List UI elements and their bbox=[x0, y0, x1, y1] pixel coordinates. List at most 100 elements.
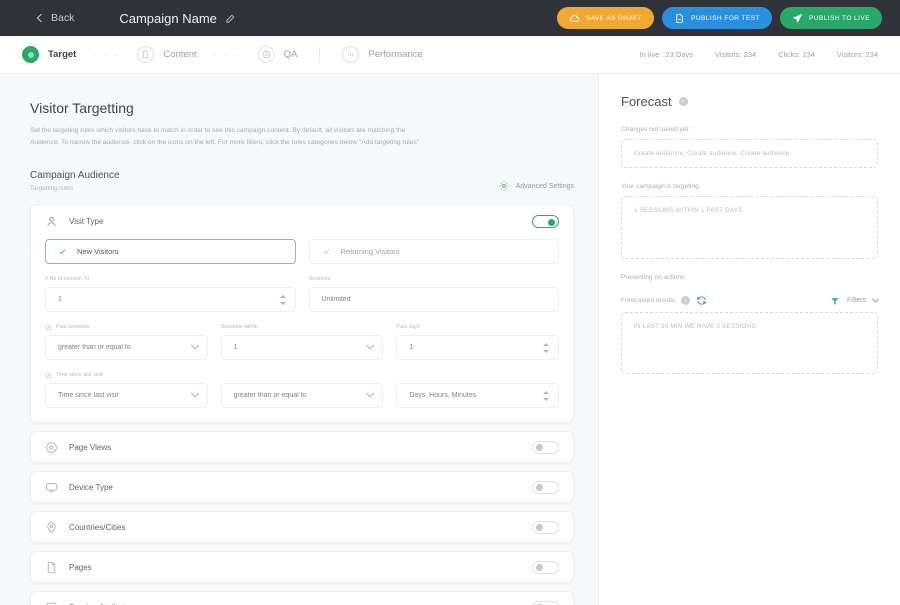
info-icon[interactable]: i bbox=[681, 296, 690, 305]
refresh-icon[interactable] bbox=[696, 295, 707, 306]
section-title: Campaign Audience bbox=[30, 170, 120, 181]
filters-label: Filters bbox=[847, 297, 866, 304]
stepper-up-icon[interactable] bbox=[543, 342, 549, 346]
field-past-days: Past days 1 bbox=[396, 323, 559, 360]
pages-toggle[interactable] bbox=[532, 561, 559, 574]
time-since-select[interactable]: Time since last visit bbox=[45, 383, 208, 408]
field-sessions: Sessions Unlimited bbox=[309, 275, 560, 312]
stepper-up-icon[interactable] bbox=[280, 294, 286, 298]
time-unit-stepper[interactable] bbox=[543, 390, 549, 401]
gear-icon bbox=[498, 180, 510, 192]
option-new-visitors[interactable]: New Visitors bbox=[45, 239, 296, 264]
save-as-draft-button[interactable]: SAVE AS DRAFT bbox=[557, 7, 654, 29]
step-separator-2: · · · bbox=[213, 50, 242, 60]
unsaved-changes-box: Create audience, Create audience, Create… bbox=[621, 139, 878, 168]
time-operator-select[interactable]: greater than or equal to bbox=[221, 383, 384, 408]
rule-card-countries-cities[interactable]: Countries/Cities bbox=[30, 511, 574, 543]
page-views-toggle[interactable] bbox=[532, 441, 559, 454]
stepper-up-icon[interactable] bbox=[543, 390, 549, 394]
countries-cities-toggle[interactable] bbox=[532, 521, 559, 534]
step-performance[interactable]: Performance bbox=[342, 46, 422, 63]
rule-card-device-type[interactable]: Device Type bbox=[30, 471, 574, 503]
step-qa[interactable]: QA bbox=[258, 46, 298, 63]
device-type-toggle[interactable] bbox=[532, 481, 559, 494]
section-header: Campaign Audience Targetting rules Advan… bbox=[30, 170, 574, 192]
step-target-label: Target bbox=[48, 49, 76, 60]
past-sessions-operator-select[interactable]: greater than or equal to bbox=[45, 335, 208, 360]
check-icon bbox=[58, 247, 67, 256]
save-as-draft-label: SAVE AS DRAFT bbox=[586, 15, 642, 22]
advanced-settings-button[interactable]: Advanced Settings bbox=[498, 180, 574, 192]
step-navigation: Target · · · Content · · · QA Performanc… bbox=[0, 36, 900, 74]
stat-visitors: Visitors: 234 bbox=[715, 50, 756, 59]
monitor-icon bbox=[45, 481, 58, 494]
step-divider bbox=[319, 47, 320, 63]
rule-card-session-attributes[interactable]: Session Attributes bbox=[30, 591, 574, 605]
forecasted-results-header: Forecasted results i Filters bbox=[621, 295, 878, 306]
no-of-session-input[interactable]: 1 bbox=[45, 287, 296, 312]
database-icon bbox=[45, 601, 58, 605]
past-days-value: 1 bbox=[409, 344, 543, 351]
top-bar: Back Campaign Name SAVE AS DRAFT PUBLISH… bbox=[0, 0, 900, 36]
past-sessions-operator-value: greater than or equal to bbox=[58, 344, 192, 351]
field-no-of-session-label: # No of session To bbox=[45, 275, 296, 283]
chevron-left-icon bbox=[37, 14, 45, 22]
file-icon bbox=[45, 561, 58, 574]
filters-button[interactable]: Filters bbox=[830, 296, 878, 306]
field-time-unit: Days, Hours, Minutes bbox=[396, 371, 559, 408]
publish-for-test-button[interactable]: PUBLISH FOR TEST bbox=[662, 7, 772, 29]
option-returning-visitors[interactable]: Returning Visitors bbox=[309, 239, 560, 264]
past-sessions-label: Past sessions bbox=[56, 324, 89, 330]
visit-type-toggle[interactable] bbox=[532, 215, 559, 228]
step-target[interactable]: Target bbox=[22, 46, 76, 63]
time-since-label: Time since last visit bbox=[56, 372, 103, 378]
paper-plane-icon bbox=[792, 13, 803, 24]
sessions-within-select[interactable]: 1 bbox=[221, 335, 384, 360]
person-icon bbox=[45, 215, 58, 228]
pencil-icon[interactable] bbox=[225, 13, 236, 24]
chevron-down-icon bbox=[366, 340, 374, 348]
targeting-summary-box: 1 SESSIONS WITHIN 1 PAST DAYS bbox=[621, 196, 878, 259]
time-unit-value: Days, Hours, Minutes bbox=[409, 392, 543, 399]
publish-to-live-button[interactable]: PUBLISH TO LIVE bbox=[780, 7, 882, 29]
body-wrapper: Visitor Targetting Set the targeting rul… bbox=[0, 74, 900, 605]
past-days-label: Past days bbox=[396, 323, 559, 331]
page-views-label: Page Views bbox=[69, 443, 111, 452]
stepper-down-icon[interactable] bbox=[280, 301, 286, 305]
forecast-title-text: Forecast bbox=[621, 94, 672, 109]
step-content[interactable]: Content bbox=[137, 46, 196, 63]
time-unit-input[interactable]: Days, Hours, Minutes bbox=[396, 383, 559, 408]
time-operator-value: greater than or equal to bbox=[234, 392, 368, 399]
chevron-down-icon bbox=[190, 388, 198, 396]
time-since-label-wrap: Time since last visit bbox=[45, 371, 208, 379]
sessions-input[interactable]: Unlimited bbox=[309, 287, 560, 312]
field-sessions-within: Sessions within 1 bbox=[221, 323, 384, 360]
publish-for-test-label: PUBLISH FOR TEST bbox=[691, 15, 760, 22]
no-of-session-stepper[interactable] bbox=[280, 294, 286, 305]
chevron-down-icon bbox=[872, 296, 879, 303]
actions-label: Presenting no actions bbox=[621, 274, 878, 281]
countries-cities-label: Countries/Cities bbox=[69, 523, 125, 532]
rule-card-page-views[interactable]: Page Views bbox=[30, 431, 574, 463]
check-icon bbox=[322, 247, 331, 256]
rule-card-pages[interactable]: Pages bbox=[30, 551, 574, 583]
info-icon[interactable]: i bbox=[679, 97, 688, 106]
step-qa-label: QA bbox=[284, 49, 298, 60]
field-time-operator: greater than or equal to bbox=[221, 371, 384, 408]
page-title: Visitor Targetting bbox=[30, 100, 574, 116]
sessions-within-label: Sessions within bbox=[221, 323, 384, 331]
visit-type-header: Visit Type bbox=[45, 215, 559, 228]
session-attributes-toggle[interactable] bbox=[532, 601, 559, 605]
step-separator-1: · · · bbox=[92, 50, 121, 60]
stepper-down-icon[interactable] bbox=[543, 349, 549, 353]
topbar-actions: SAVE AS DRAFT PUBLISH FOR TEST PUBLISH T… bbox=[557, 7, 882, 29]
back-button[interactable]: Back bbox=[38, 12, 74, 24]
section-subtitle: Targetting rules bbox=[30, 185, 120, 192]
campaign-stats: In live : 23 Days Visitors: 234 Clicks: … bbox=[640, 50, 878, 59]
forecasted-results-box: IN LAST 90 MIN WE HAVE 0 SESSIONS. bbox=[621, 312, 878, 374]
clock-icon bbox=[45, 372, 52, 379]
stepper-down-icon[interactable] bbox=[543, 397, 549, 401]
past-days-stepper[interactable] bbox=[543, 342, 549, 353]
past-days-input[interactable]: 1 bbox=[396, 335, 559, 360]
targeting-summary-label: Your campaign is targeting bbox=[621, 183, 878, 190]
